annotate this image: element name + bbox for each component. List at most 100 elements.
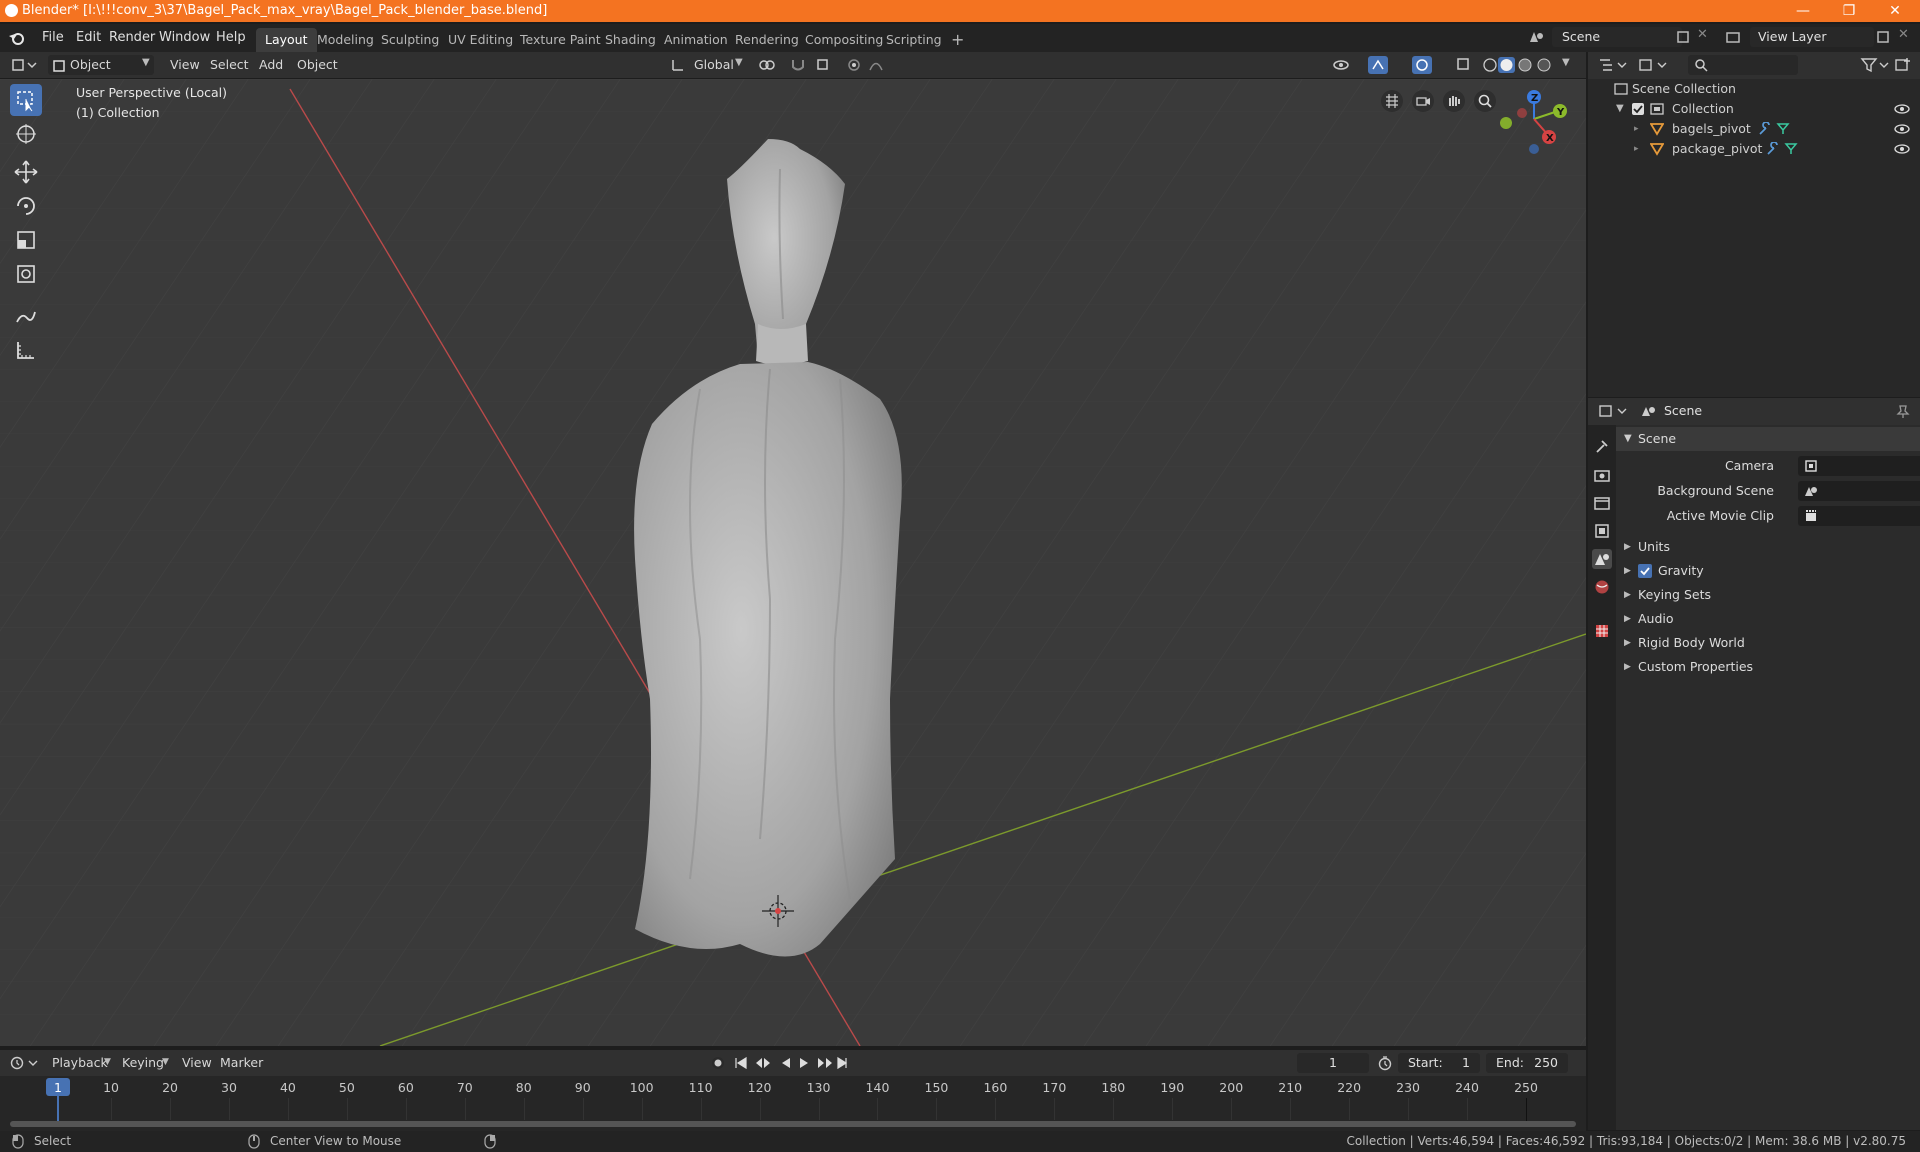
checkbox-icon[interactable] [1631, 102, 1645, 116]
timeline-scrollbar[interactable] [10, 1121, 1576, 1127]
transform-tool-icon[interactable] [10, 258, 42, 290]
scene-tab-icon[interactable] [1592, 549, 1612, 569]
expand-arrow-icon[interactable]: ▼ [1616, 99, 1624, 119]
camera-field[interactable] [1798, 456, 1920, 476]
new-collection-icon[interactable] [1894, 57, 1912, 73]
viewport-menu-select[interactable]: Select [204, 55, 255, 75]
viewport-menu-add[interactable]: Add [253, 55, 289, 75]
pin-icon[interactable] [1896, 404, 1910, 418]
keying-sets-panel-header[interactable]: ▶ Keying Sets [1616, 583, 1920, 607]
maximize-button[interactable]: ❐ [1826, 0, 1872, 22]
end-frame-field[interactable]: End: 250 [1486, 1053, 1568, 1073]
expand-arrow-icon[interactable]: ▸ [1634, 119, 1639, 139]
world-tab-icon[interactable] [1592, 577, 1612, 597]
filter-icon[interactable] [1860, 57, 1890, 73]
gizmo-toggle-icon[interactable] [1368, 56, 1402, 74]
close-button[interactable]: ✕ [1872, 0, 1918, 22]
minimize-button[interactable]: — [1780, 0, 1826, 22]
audio-panel-header[interactable]: ▶ Audio [1616, 607, 1920, 631]
pivot-point-icon[interactable] [756, 57, 786, 73]
rigid-body-world-panel-header[interactable]: ▶ Rigid Body World [1616, 631, 1920, 655]
timeline-editor-type-icon[interactable] [10, 1055, 40, 1071]
camera-view-icon[interactable] [1411, 89, 1435, 113]
viewport-menu-view[interactable]: View [164, 55, 206, 75]
visibility-eye-icon[interactable] [1894, 124, 1910, 134]
view-layer-icon[interactable] [1724, 28, 1746, 48]
tab-animation[interactable]: Animation [655, 28, 737, 52]
gravity-panel-header[interactable]: ▶ Gravity [1616, 559, 1920, 583]
selectability-visibility-icon[interactable] [1332, 57, 1362, 73]
annotate-tool-icon[interactable] [10, 300, 42, 332]
select-box-tool-icon[interactable] [10, 84, 42, 116]
properties-editor-type-icon[interactable] [1598, 403, 1628, 419]
timeline-menu-marker[interactable]: Marker [214, 1053, 269, 1073]
measure-tool-icon[interactable] [10, 334, 42, 366]
tab-scripting[interactable]: Scripting [877, 28, 951, 52]
menu-file[interactable]: File [34, 28, 72, 48]
tab-sculpting[interactable]: Sculpting [372, 28, 448, 52]
navigation-gizmo[interactable]: Z Y X [1490, 85, 1570, 165]
menu-help[interactable]: Help [208, 28, 254, 48]
modifier-wrench-icon[interactable] [1766, 142, 1800, 156]
timeline-tick-label: 50 [338, 1080, 355, 1095]
custom-properties-panel-header[interactable]: ▶ Custom Properties [1616, 655, 1920, 679]
remove-view-layer-icon[interactable]: ✕ [1898, 27, 1909, 42]
outliner-row-collection[interactable]: ▼ Collection [1588, 99, 1920, 119]
scale-tool-icon[interactable] [10, 224, 42, 256]
timeline-menu-view[interactable]: View [176, 1053, 218, 1073]
current-frame-field[interactable]: 1 [1297, 1053, 1369, 1073]
status-bar: Select Center View to Mouse Collection |… [0, 1131, 1920, 1152]
scene-panel-header[interactable]: ▼ Scene [1616, 427, 1920, 451]
background-scene-field[interactable] [1798, 481, 1920, 501]
editor-type-icon[interactable] [10, 57, 38, 73]
timeline-gridline [405, 1098, 407, 1120]
outliner-editor-type-icon[interactable] [1598, 57, 1628, 73]
outliner-row-scene-collection[interactable]: Scene Collection [1588, 79, 1920, 99]
scene-field[interactable]: Scene [1552, 27, 1682, 47]
shading-mode-icons[interactable] [1482, 57, 1562, 73]
view-layer-field[interactable]: View Layer [1750, 27, 1874, 47]
stopwatch-icon[interactable] [1377, 1055, 1393, 1071]
outliner-row-object[interactable]: ▸ bagels_pivot [1588, 119, 1920, 139]
scene-icon[interactable] [1526, 28, 1548, 48]
remove-scene-icon[interactable]: ✕ [1697, 27, 1708, 42]
blender-logo-icon[interactable] [8, 30, 26, 46]
playhead-line [57, 1096, 59, 1122]
modifier-wrench-icon[interactable] [1758, 122, 1792, 136]
visibility-eye-icon[interactable] [1894, 104, 1910, 114]
output-tab-icon[interactable] [1592, 493, 1612, 513]
move-tool-icon[interactable] [10, 156, 42, 188]
view-layer-tab-icon[interactable] [1592, 521, 1612, 541]
timeline-gridline [641, 1098, 643, 1120]
gravity-checkbox[interactable] [1638, 564, 1652, 578]
tool-settings-tab-icon[interactable] [1592, 437, 1612, 457]
start-frame-field[interactable]: Start: 1 [1398, 1053, 1480, 1073]
pan-hand-icon[interactable] [1442, 89, 1466, 113]
xray-toggle-icon[interactable] [1456, 57, 1472, 73]
tab-texture-paint[interactable]: Texture Paint [511, 28, 610, 52]
rotate-tool-icon[interactable] [10, 190, 42, 222]
visibility-eye-icon[interactable] [1894, 144, 1910, 154]
3d-viewport[interactable]: User Perspective (Local) (1) Collection … [0, 79, 1586, 1046]
toggle-camera-view-grid-icon[interactable] [1380, 89, 1404, 113]
chevron-down-icon[interactable]: ▼ [1562, 57, 1570, 68]
new-scene-icon[interactable] [1676, 30, 1690, 44]
playback-controls-icons[interactable] [734, 1056, 848, 1070]
render-tab-icon[interactable] [1592, 465, 1612, 485]
timeline[interactable]: 10 20 30 40 50 60 70 80 90 100 110 120 130 140 150 160 1… [0, 1076, 1586, 1131]
add-workspace-button[interactable]: + [942, 28, 973, 52]
tab-uv-editing[interactable]: UV Editing [439, 28, 522, 52]
snap-icon[interactable] [790, 57, 840, 73]
units-panel-header[interactable]: ▶ Units [1616, 535, 1920, 559]
overlays-toggle-icon[interactable] [1412, 56, 1446, 74]
outliner-row-object[interactable]: ▸ package_pivot [1588, 139, 1920, 159]
active-movie-clip-field[interactable] [1798, 506, 1920, 526]
new-view-layer-icon[interactable] [1876, 30, 1890, 44]
expand-arrow-icon[interactable]: ▸ [1634, 139, 1639, 159]
viewport-menu-object[interactable]: Object [291, 55, 344, 75]
texture-tab-icon[interactable] [1592, 621, 1612, 641]
display-mode-icon[interactable] [1638, 57, 1668, 73]
proportional-editing-icon[interactable] [846, 57, 896, 73]
cursor-tool-icon[interactable] [10, 118, 42, 150]
record-icon[interactable] [710, 1055, 726, 1071]
